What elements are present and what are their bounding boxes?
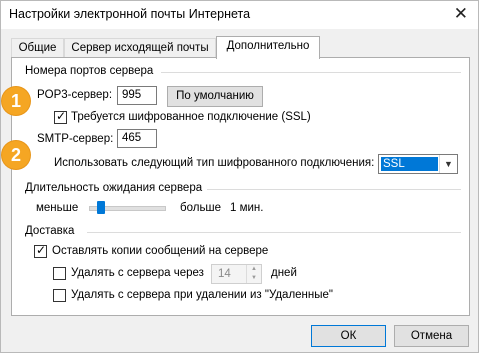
timeout-slider-thumb[interactable] bbox=[97, 201, 105, 214]
pop3-label: POP3-сервер: bbox=[37, 89, 113, 101]
cancel-button[interactable]: Отмена bbox=[394, 325, 469, 347]
pop3-port-input[interactable]: 995 bbox=[117, 86, 157, 105]
delete-on-remove-checkbox[interactable] bbox=[53, 289, 66, 302]
spin-down-icon[interactable]: ▼ bbox=[246, 274, 261, 283]
tab-general[interactable]: Общие bbox=[11, 38, 64, 57]
encryption-type-select[interactable]: SSL ▼ bbox=[378, 154, 458, 174]
timeout-group-title: Длительность ожидания сервера bbox=[25, 182, 206, 194]
tab-outgoing-server[interactable]: Сервер исходящей почты bbox=[64, 38, 216, 57]
encryption-type-label: Использовать следующий тип шифрованного … bbox=[54, 157, 375, 169]
default-ports-button[interactable]: По умолчанию bbox=[167, 86, 263, 107]
close-icon[interactable]: ✕ bbox=[454, 4, 468, 24]
smtp-label: SMTP-сервер: bbox=[37, 133, 114, 145]
smtp-port-input[interactable]: 465 bbox=[117, 129, 157, 148]
ssl-required-label: Требуется шифрованное подключение (SSL) bbox=[71, 111, 311, 123]
ports-group-title: Номера портов сервера bbox=[25, 65, 157, 77]
keep-copies-label: Оставлять копии сообщений на сервере bbox=[52, 245, 269, 257]
chevron-down-icon: ▼ bbox=[439, 155, 457, 173]
encryption-type-value: SSL bbox=[381, 157, 438, 171]
ok-button[interactable]: ОК bbox=[311, 325, 386, 347]
checkmark-icon: ✓ bbox=[36, 243, 47, 257]
keep-copies-checkbox[interactable]: ✓ bbox=[34, 243, 47, 258]
delivery-group-divider bbox=[87, 232, 461, 233]
title-bar: Настройки электронной почты Интернета ✕ bbox=[1, 1, 478, 29]
delete-after-label: Удалять с сервера через bbox=[71, 267, 204, 279]
ports-group-divider bbox=[161, 72, 461, 73]
delete-after-checkbox[interactable] bbox=[53, 267, 66, 280]
days-label: дней bbox=[271, 267, 297, 279]
timeout-more-label: больше bbox=[180, 202, 222, 214]
delete-on-remove-label: Удалять с сервера при удалении из "Удале… bbox=[71, 289, 334, 301]
timeout-less-label: меньше bbox=[36, 202, 79, 214]
callout-badge-1: 1 bbox=[2, 87, 30, 115]
ssl-required-checkbox[interactable]: ✓ bbox=[54, 109, 67, 124]
delivery-group-title: Доставка bbox=[25, 225, 78, 237]
timeout-value-label: 1 мин. bbox=[230, 202, 264, 214]
window-title: Настройки электронной почты Интернета bbox=[9, 7, 251, 21]
delete-after-days-value: 14 bbox=[218, 268, 231, 280]
timeout-group-divider bbox=[207, 189, 461, 190]
checkmark-icon: ✓ bbox=[56, 109, 67, 123]
spin-up-icon[interactable]: ▲ bbox=[246, 265, 261, 274]
delete-after-days-spinner[interactable]: 14 ▲ ▼ bbox=[211, 264, 262, 284]
tab-advanced[interactable]: Дополнительно bbox=[216, 36, 320, 59]
settings-dialog: Настройки электронной почты Интернета ✕ … bbox=[0, 0, 479, 353]
callout-badge-2: 2 bbox=[2, 141, 30, 169]
